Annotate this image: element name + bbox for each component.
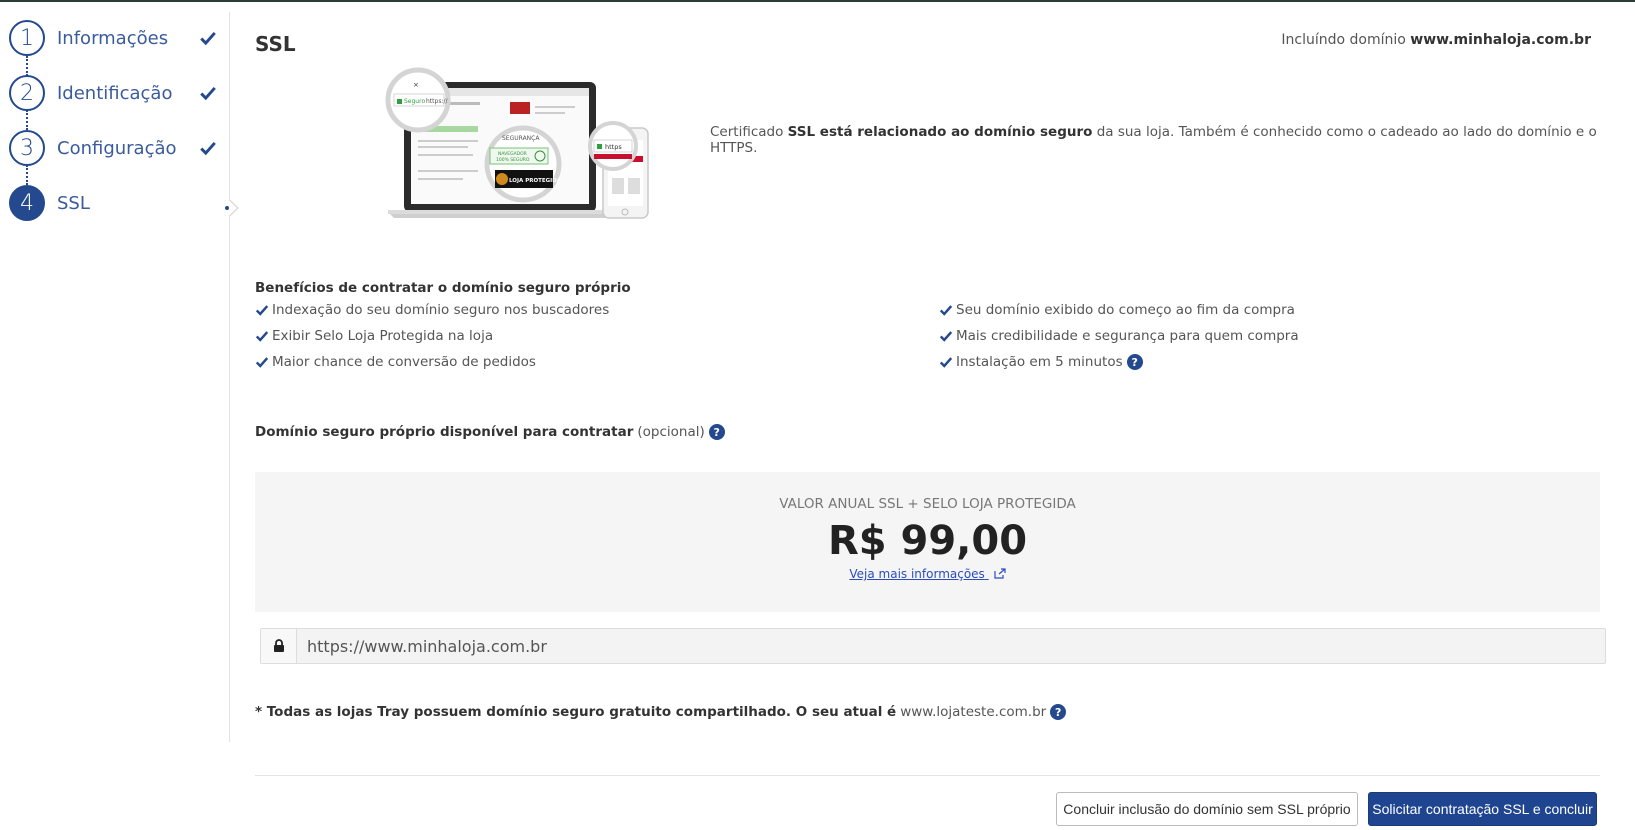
secure-domain-field: [260, 628, 1606, 664]
included-domain-note: Incluíndo domínio www.minhaloja.com.br: [1281, 32, 1591, 48]
step-informacoes[interactable]: 1 Informações: [9, 19, 221, 57]
benefit-text: Maior chance de conversão de pedidos: [272, 354, 536, 370]
svg-text:SEGURANÇA: SEGURANÇA: [502, 135, 540, 142]
check-icon: [939, 331, 953, 342]
help-icon[interactable]: ?: [1050, 704, 1067, 720]
price-value: R$ 99,00: [827, 518, 1028, 564]
step-label: Informações: [57, 27, 169, 49]
step-label: SSL: [57, 192, 90, 214]
check-icon: [200, 141, 216, 156]
step-number: 3: [9, 130, 45, 166]
current-domain: www.lojateste.com.br: [900, 704, 1047, 720]
benefit-text: Indexação do seu domínio seguro nos busc…: [272, 302, 610, 318]
lock-icon: [273, 639, 284, 652]
step-connector: [26, 56, 28, 76]
benefit-text: Seu domínio exibido do começo ao fim da …: [956, 302, 1295, 318]
more-info-link[interactable]: Veja mais informações: [255, 567, 1600, 581]
offer-title: Domínio seguro próprio disponível para c…: [255, 424, 725, 440]
lock-addon: [261, 629, 297, 663]
benefit-text: Exibir Selo Loja Protegida na loja: [272, 328, 494, 344]
check-icon: [200, 31, 216, 46]
more-info-label: Veja mais informações: [849, 567, 985, 581]
check-icon: [255, 331, 269, 342]
step-number: 1: [9, 20, 45, 56]
svg-text:LOJA PROTEGIDA: LOJA PROTEGIDA: [509, 178, 562, 184]
benefits-title: Benefícios de contratar o domínio seguro…: [255, 280, 631, 296]
active-step-dot: [225, 206, 229, 210]
check-icon: [939, 357, 953, 368]
benefit-item: Mais credibilidade e segurança para quem…: [939, 328, 1299, 344]
step-number: 2: [9, 75, 45, 111]
step-label: Configuração: [57, 137, 177, 159]
description-bold: SSL está relacionado ao domínio seguro: [787, 124, 1093, 140]
included-domain: www.minhaloja.com.br: [1410, 32, 1591, 48]
footnote-text: * Todas as lojas Tray possuem domínio se…: [255, 704, 897, 720]
ssl-description: Certificado SSL está relacionado ao domí…: [710, 124, 1635, 156]
step-label: Identificação: [57, 82, 173, 104]
step-ssl[interactable]: 4 SSL: [9, 184, 221, 222]
step-connector: [26, 110, 28, 130]
top-border: [0, 0, 1635, 2]
help-icon[interactable]: ?: [1126, 354, 1143, 370]
benefit-item: Instalação em 5 minutos ?: [939, 354, 1143, 370]
offer-optional: (opcional): [637, 424, 705, 440]
benefit-text: Mais credibilidade e segurança para quem…: [956, 328, 1299, 344]
benefit-item: Exibir Selo Loja Protegida na loja: [255, 328, 493, 344]
step-number: 4: [9, 185, 45, 221]
request-ssl-button[interactable]: Solicitar contratação SSL e concluir: [1368, 792, 1597, 826]
page-title: SSL: [255, 32, 296, 56]
benefit-item: Maior chance de conversão de pedidos: [255, 354, 536, 370]
benefit-item: Seu domínio exibido do começo ao fim da …: [939, 302, 1295, 318]
price-panel: VALOR ANUAL SSL + SELO LOJA PROTEGIDA R$…: [255, 472, 1600, 612]
price-caption: VALOR ANUAL SSL + SELO LOJA PROTEGIDA: [779, 496, 1076, 512]
description-prefix: Certificado: [710, 124, 784, 140]
domain-url-input[interactable]: [297, 629, 1605, 663]
svg-text:Seguro: Seguro: [404, 98, 425, 105]
check-icon: [200, 86, 216, 101]
check-icon: [255, 357, 269, 368]
footnote: * Todas as lojas Tray possuem domínio se…: [255, 704, 1067, 720]
svg-text:100% SEGURO: 100% SEGURO: [496, 157, 530, 163]
offer-title-bold: Domínio seguro próprio disponível para c…: [255, 424, 634, 440]
steps-sidebar: 1 Informações 2 Identificação 3 Configur…: [0, 12, 239, 742]
finish-without-ssl-button[interactable]: Concluir inclusão do domínio sem SSL pró…: [1056, 792, 1358, 826]
benefit-item: Indexação do seu domínio seguro nos busc…: [255, 302, 609, 318]
domain-prefix: Incluíndo domínio: [1281, 32, 1406, 48]
help-icon[interactable]: ?: [708, 424, 725, 440]
ssl-illustration: Seguro https:// × SEGURANÇA NAVEGADOR 10…: [385, 67, 649, 219]
external-link-icon: [994, 568, 1006, 579]
benefit-text: Instalação em 5 minutos: [956, 354, 1123, 370]
svg-text:×: ×: [413, 81, 419, 89]
divider: [255, 775, 1600, 776]
step-connector: [26, 165, 28, 185]
svg-text:https: https: [605, 143, 622, 151]
svg-text:NAVEGADOR: NAVEGADOR: [498, 151, 527, 157]
check-icon: [255, 305, 269, 316]
step-configuracao[interactable]: 3 Configuração: [9, 129, 221, 167]
check-icon: [939, 305, 953, 316]
step-identificacao[interactable]: 2 Identificação: [9, 74, 221, 112]
svg-text:https://: https://: [426, 98, 448, 105]
